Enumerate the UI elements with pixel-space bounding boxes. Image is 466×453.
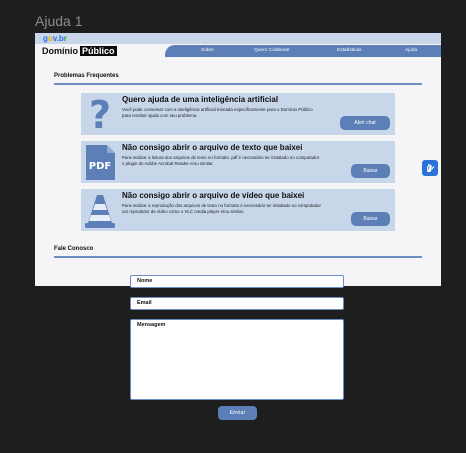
faq-card-pdf: PDF Não consigo abrir o arquivo de texto… (81, 141, 395, 183)
email-label: Email (137, 300, 152, 306)
name-field[interactable]: Nome (130, 275, 344, 288)
brand-highlight: Público (80, 46, 117, 56)
nav-item-estatisticas[interactable]: Estatísticas (337, 45, 362, 57)
email-field[interactable]: Email (130, 297, 344, 310)
card-title: Não consigo abrir o arquivo de texto que… (122, 143, 303, 152)
card-description: Você pode conversar com a inteligência a… (122, 107, 313, 118)
faq-divider (54, 83, 422, 85)
frame-label: Ajuda 1 (35, 13, 83, 29)
gov-logo[interactable]: gov.br (43, 33, 67, 44)
contact-title: Fale Conosco (54, 246, 94, 252)
brand-text: Domínio (42, 46, 78, 56)
nav-item-quero-colaborar[interactable]: Quero Colaborar (254, 45, 290, 57)
name-label: Nome (137, 278, 153, 284)
pdf-icon-label: PDF (89, 161, 111, 172)
gov-logo-part: r (63, 34, 67, 43)
pdf-icon: PDF (86, 145, 115, 180)
open-chat-button[interactable]: Abrir chat (340, 116, 390, 130)
nav-item-ajuda[interactable]: Ajuda (405, 45, 417, 57)
card-title: Não consigo abrir o arquivo de vídeo que… (122, 191, 305, 200)
download-pdf-reader-button[interactable]: Baixar (351, 164, 390, 178)
faq-title: Problemas Frequentes (54, 73, 119, 79)
gov-logo-part: v.b (52, 34, 64, 43)
faq-card-video: Não consigo abrir o arquivo de vídeo que… (81, 189, 395, 231)
sign-language-icon (427, 164, 435, 172)
accessibility-button[interactable] (422, 160, 438, 176)
help-page: gov.br Domínio Público Sobre Quero Colabo… (35, 33, 441, 286)
message-label: Mensagem (137, 322, 166, 328)
question-icon: ? (89, 95, 111, 133)
card-description: Para realizar a leitura dos arquivos de … (122, 155, 320, 166)
svg-text:?: ? (89, 95, 111, 133)
gov-topbar: gov.br (35, 33, 441, 44)
send-button[interactable]: Enviar (218, 406, 257, 420)
site-logo[interactable]: Domínio Público (42, 45, 117, 58)
message-field[interactable]: Mensagem (130, 319, 344, 400)
card-description: Para realizar a reprodução dos arquivos … (122, 203, 321, 214)
faq-card-ai: ? Quero ajuda de uma inteligência artifi… (81, 93, 395, 135)
vlc-cone-icon (85, 195, 115, 228)
contact-divider (54, 256, 422, 258)
main-nav: Sobre Quero Colaborar Estatísticas Ajuda (165, 45, 441, 57)
nav-item-sobre[interactable]: Sobre (201, 45, 214, 57)
card-title: Quero ajuda de uma inteligência artifici… (122, 95, 279, 104)
download-video-player-button[interactable]: Baixar (351, 212, 390, 226)
